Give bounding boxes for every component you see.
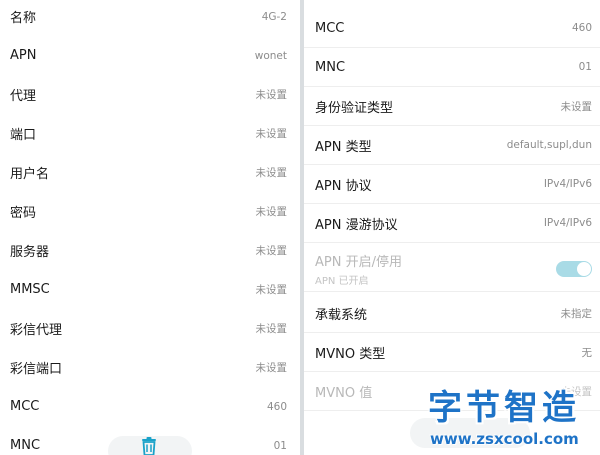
setting-label: 彩信端口: [10, 362, 63, 377]
setting-label: 彩信代理: [10, 323, 63, 338]
apn-settings-right-panel: MCC 460 MNC 01 身份验证类型 未设置 APN 类型 default…: [304, 0, 600, 455]
setting-row-mcc[interactable]: MCC 460: [304, 9, 600, 48]
setting-value: 460: [266, 400, 287, 413]
setting-label: APN 漫游协议: [315, 217, 398, 233]
setting-row-mms-port[interactable]: 彩信端口 未设置: [0, 348, 300, 387]
setting-value: 01: [273, 439, 287, 452]
setting-value: 460: [571, 22, 592, 34]
setting-value: 未设置: [255, 323, 288, 335]
setting-value: 未设置: [255, 128, 288, 140]
setting-label: 服务器: [10, 245, 50, 260]
setting-row-bearer[interactable]: 承载系统 未指定: [304, 294, 600, 333]
setting-value: 未设置: [255, 89, 288, 101]
setting-value: wonet: [254, 49, 287, 62]
setting-row-mvno-type[interactable]: MVNO 类型 无: [304, 333, 600, 372]
setting-label: 密码: [10, 206, 37, 221]
setting-label: 代理: [10, 89, 37, 104]
setting-row-apn-protocol[interactable]: APN 协议 IPv4/IPv6: [304, 165, 600, 204]
setting-row-server[interactable]: 服务器 未设置: [0, 231, 300, 270]
setting-row-port[interactable]: 端口 未设置: [0, 114, 300, 153]
setting-row-mms-proxy[interactable]: 彩信代理 未设置: [0, 309, 300, 348]
setting-label: MNC: [10, 438, 41, 453]
setting-label: 身份验证类型: [315, 100, 394, 116]
setting-label: MCC: [10, 399, 40, 414]
setting-label: 名称: [10, 11, 37, 26]
setting-value: 未设置: [255, 245, 288, 257]
apn-enable-toggle[interactable]: [556, 260, 592, 277]
setting-value: 未设置: [255, 284, 288, 296]
setting-value: 01: [578, 61, 592, 73]
setting-label: MVNO 类型: [315, 346, 386, 362]
setting-value: 未指定: [560, 307, 593, 320]
setting-row-mnc[interactable]: MNC 01: [304, 48, 600, 87]
apn-settings-left-panel: 名称 4G-2 APN wonet 代理 未设置 端口 未设置 用户名 未设置 …: [0, 0, 300, 455]
setting-label: 端口: [10, 128, 37, 143]
setting-value: IPv4/IPv6: [543, 217, 592, 229]
setting-row-password[interactable]: 密码 未设置: [0, 192, 300, 231]
setting-row-proxy[interactable]: 代理 未设置: [0, 75, 300, 114]
setting-value: 未设置: [560, 100, 593, 113]
setting-row-mcc[interactable]: MCC 460: [0, 387, 300, 426]
setting-sublabel: APN 已开启: [315, 275, 369, 287]
toggle-knob: [577, 261, 591, 276]
setting-value: 无: [581, 346, 593, 359]
watermark-title: 字节智造: [428, 388, 580, 428]
trash-icon[interactable]: [141, 437, 157, 455]
setting-row-apn[interactable]: APN wonet: [0, 36, 300, 75]
setting-label: MMSC: [10, 282, 50, 297]
setting-row-apn-enable[interactable]: APN 开启/停用 APN 已开启: [304, 246, 600, 292]
setting-value: 4G-2: [261, 10, 287, 23]
watermark-logo: 字节智造 www.zsxcool.com: [424, 388, 600, 455]
setting-row-auth-type[interactable]: 身份验证类型 未设置: [304, 87, 600, 126]
setting-value: default,supl,dun: [506, 139, 592, 151]
setting-row-name[interactable]: 名称 4G-2: [0, 0, 300, 36]
setting-row-username[interactable]: 用户名 未设置: [0, 153, 300, 192]
setting-value: 未设置: [255, 167, 288, 179]
setting-label: APN 开启/停用: [315, 254, 402, 270]
setting-label: MCC: [315, 20, 345, 36]
setting-value: 未设置: [255, 206, 288, 218]
setting-label: 用户名: [10, 167, 50, 182]
setting-row-mmsc[interactable]: MMSC 未设置: [0, 270, 300, 309]
setting-labels: APN 开启/停用 APN 已开启: [315, 251, 402, 287]
setting-row-apn-type[interactable]: APN 类型 default,supl,dun: [304, 126, 600, 165]
setting-label: MVNO 值: [315, 385, 373, 401]
setting-value: IPv4/IPv6: [543, 178, 592, 190]
setting-label: APN: [10, 48, 37, 63]
watermark-url: www.zsxcool.com: [430, 430, 579, 448]
setting-label: APN 协议: [315, 178, 372, 194]
setting-label: APN 类型: [315, 139, 372, 155]
setting-value: 未设置: [255, 362, 288, 374]
setting-label: 承载系统: [315, 307, 368, 323]
setting-label: MNC: [315, 59, 346, 75]
setting-row-apn-roaming-protocol[interactable]: APN 漫游协议 IPv4/IPv6: [304, 204, 600, 243]
